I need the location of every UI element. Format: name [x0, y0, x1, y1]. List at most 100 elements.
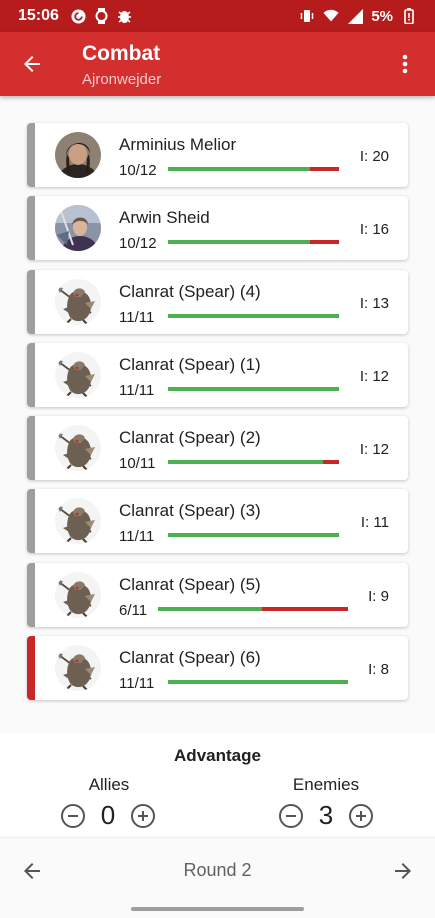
- android-bug-icon: [117, 8, 133, 24]
- combatant-name: Arminius Melior: [119, 135, 237, 154]
- health-bar: [168, 460, 339, 465]
- initiative-value: I: 12: [359, 367, 389, 385]
- health-bar-fill: [158, 606, 262, 611]
- initiative-value: I: 9: [368, 587, 389, 605]
- combatant-card[interactable]: Arminius Melior 10/12 I: 20: [27, 123, 408, 187]
- next-round-button[interactable]: [389, 857, 417, 885]
- arrow-back-icon: [24, 56, 40, 72]
- turn-indicator: [27, 196, 35, 261]
- turn-indicator: [27, 489, 35, 554]
- page-title: Combat: [82, 42, 161, 65]
- combatant-hp: 11/11: [119, 528, 155, 546]
- avatar: [55, 132, 101, 178]
- enemies-increment-button[interactable]: [349, 803, 373, 828]
- avatar: [55, 205, 101, 252]
- avatar: [55, 498, 101, 545]
- pocket-casts-icon: [71, 8, 87, 24]
- health-bar: [168, 386, 339, 391]
- health-bar-fill: [168, 460, 324, 465]
- minus-icon: [68, 814, 78, 817]
- initiative-value: I: 16: [359, 221, 389, 239]
- combatant-hp: 11/11: [119, 381, 155, 399]
- battery-percent: 5%: [371, 7, 393, 25]
- plus-icon: [356, 810, 366, 821]
- combatant-hp: 6/11: [119, 601, 148, 619]
- vibrate-icon: [299, 8, 315, 24]
- advantage-title: Advantage: [174, 746, 261, 765]
- combatant-card[interactable]: Arwin Sheid 10/12 I: 16: [27, 196, 408, 261]
- combatant-card[interactable]: Clanrat (Spear) (3) 11/11 I: 11: [27, 489, 408, 554]
- health-bar-fill: [168, 167, 311, 171]
- active-turn-indicator: [27, 636, 35, 701]
- turn-indicator: [27, 123, 35, 187]
- battery-icon: [401, 8, 417, 24]
- turn-indicator: [27, 342, 35, 407]
- avatar: [55, 425, 101, 472]
- combatant-card[interactable]: Clanrat (Spear) (5) 6/11 I: 9: [27, 562, 408, 627]
- app-bar: Combat Ajronwejder: [0, 32, 435, 96]
- combatant-list: Arminius Melior 10/12 I: 20 Arwin Sheid 10/1…: [27, 123, 408, 709]
- combatant-name: Arwin Sheid: [119, 208, 210, 228]
- avatar: [55, 278, 101, 325]
- back-button[interactable]: [18, 50, 46, 78]
- combatant-name: Clanrat (Spear) (3): [119, 501, 261, 521]
- enemies-stepper: 3: [279, 800, 373, 831]
- more-vert-icon: [402, 54, 408, 74]
- health-bar-fill: [168, 313, 339, 318]
- combatant-card[interactable]: Clanrat (Spear) (1) 11/11 I: 12: [27, 342, 408, 407]
- health-bar-fill: [168, 386, 339, 391]
- overflow-menu-button[interactable]: [393, 50, 417, 78]
- combatant-hp: 10/11: [119, 455, 156, 473]
- combatant-hp: 11/11: [119, 308, 155, 326]
- initiative-value: I: 12: [359, 441, 389, 459]
- round-navigation: Round 2: [0, 837, 435, 903]
- allies-decrement-button[interactable]: [61, 803, 85, 828]
- status-time: 15:06: [18, 7, 59, 24]
- health-bar: [168, 680, 348, 685]
- combatant-hp: 10/12: [119, 235, 157, 253]
- wifi-icon: [323, 8, 339, 24]
- allies-stepper: 0: [61, 800, 155, 831]
- combatant-name: Clanrat (Spear) (2): [119, 428, 261, 448]
- initiative-value: I: 8: [368, 661, 389, 679]
- turn-indicator: [27, 562, 35, 627]
- avatar: [55, 571, 101, 618]
- health-bar: [168, 533, 339, 538]
- combatant-name: Clanrat (Spear) (4): [119, 281, 261, 301]
- status-bar: 15:06 5%: [0, 0, 435, 32]
- health-bar-fill: [168, 680, 348, 685]
- allies-count: 0: [100, 800, 116, 830]
- watch-icon: [94, 8, 110, 24]
- gesture-navigation-bar[interactable]: [131, 907, 304, 911]
- enemies-decrement-button[interactable]: [279, 803, 303, 828]
- signal-icon: [347, 8, 363, 24]
- arrow-right-icon: [395, 863, 411, 879]
- health-bar: [168, 167, 339, 171]
- combatant-card[interactable]: Clanrat (Spear) (2) 10/11 I: 12: [27, 416, 408, 481]
- combatant-name: Clanrat (Spear) (1): [119, 354, 261, 374]
- combatant-card[interactable]: Clanrat (Spear) (6) 11/11 I: 8: [27, 636, 408, 701]
- minus-icon: [286, 814, 296, 817]
- turn-indicator: [27, 269, 35, 334]
- allies-increment-button[interactable]: [131, 803, 155, 828]
- combatant-name: Clanrat (Spear) (5): [119, 574, 261, 594]
- combatant-name: Clanrat (Spear) (6): [119, 648, 261, 668]
- avatar: [55, 351, 101, 398]
- turn-indicator: [27, 416, 35, 481]
- health-bar: [168, 313, 339, 318]
- health-bar: [158, 606, 348, 611]
- round-label: Round 2: [183, 860, 252, 880]
- health-bar-fill: [168, 240, 311, 245]
- initiative-value: I: 20: [359, 148, 389, 165]
- enemies-count: 3: [318, 800, 334, 830]
- initiative-value: I: 11: [360, 514, 389, 532]
- combatant-hp: 10/12: [119, 162, 157, 179]
- health-bar: [168, 240, 339, 245]
- plus-icon: [138, 810, 148, 821]
- combatant-card[interactable]: Clanrat (Spear) (4) 11/11 I: 13: [27, 269, 408, 334]
- avatar: [55, 645, 101, 692]
- initiative-value: I: 13: [359, 294, 389, 312]
- page-subtitle: Ajronwejder: [82, 71, 162, 88]
- combatant-hp: 11/11: [119, 675, 155, 693]
- advantage-panel: Advantage Allies 0 Enemies 3: [0, 734, 435, 836]
